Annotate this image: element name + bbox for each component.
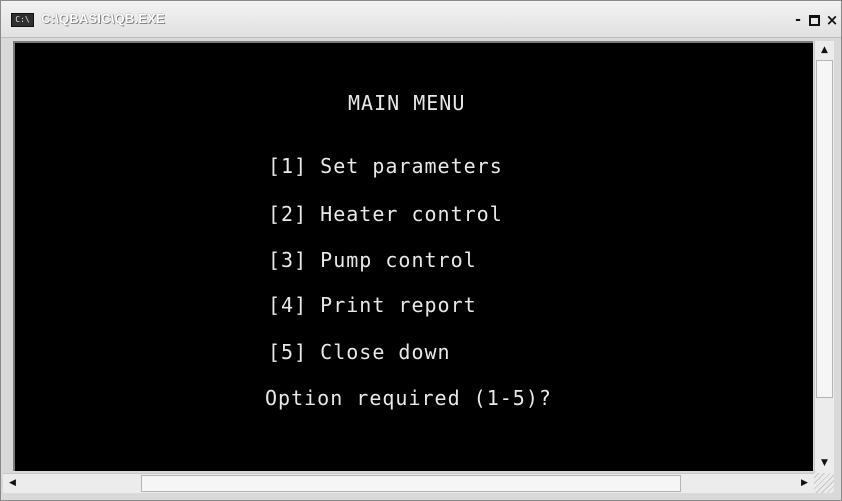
close-button[interactable]: × (824, 12, 840, 29)
vertical-scroll-thumb[interactable] (816, 60, 833, 398)
menu-item-heater-control: [2] Heater control (268, 202, 503, 226)
scroll-right-icon[interactable]: ▶ (797, 476, 812, 491)
menu-item-pump-control: [3] Pump control (268, 248, 477, 272)
menu-heading: MAIN MENU (348, 91, 466, 115)
horizontal-scroll-thumb[interactable] (141, 475, 681, 492)
maximize-button[interactable] (806, 12, 822, 29)
menu-item-set-parameters: [1] Set parameters (268, 154, 503, 178)
console-app-icon[interactable]: C:\ (11, 13, 34, 27)
menu-item-print-report: [4] Print report (268, 293, 477, 317)
horizontal-scrollbar[interactable]: ◀ ▶ (3, 473, 814, 493)
minimize-button[interactable]: - (790, 12, 806, 29)
title-bar[interactable]: C:\ C:\QBASIC\QB.EXE - × (1, 1, 841, 38)
scroll-down-icon[interactable]: ▼ (817, 456, 832, 471)
option-prompt: Option required (1-5)? (265, 386, 552, 410)
console-window: C:\ C:\QBASIC\QB.EXE - × MAIN MENU [1] S… (0, 0, 842, 501)
scroll-up-icon[interactable]: ▲ (817, 43, 832, 58)
resize-grip-icon[interactable] (814, 473, 834, 493)
vertical-scrollbar[interactable]: ▲ ▼ (814, 41, 834, 473)
menu-item-close-down: [5] Close down (268, 340, 451, 364)
window-title: C:\QBASIC\QB.EXE (41, 11, 165, 26)
console-output[interactable]: MAIN MENU [1] Set parameters [2] Heater … (13, 41, 813, 471)
scroll-left-icon[interactable]: ◀ (5, 476, 20, 491)
maximize-icon (808, 15, 820, 26)
